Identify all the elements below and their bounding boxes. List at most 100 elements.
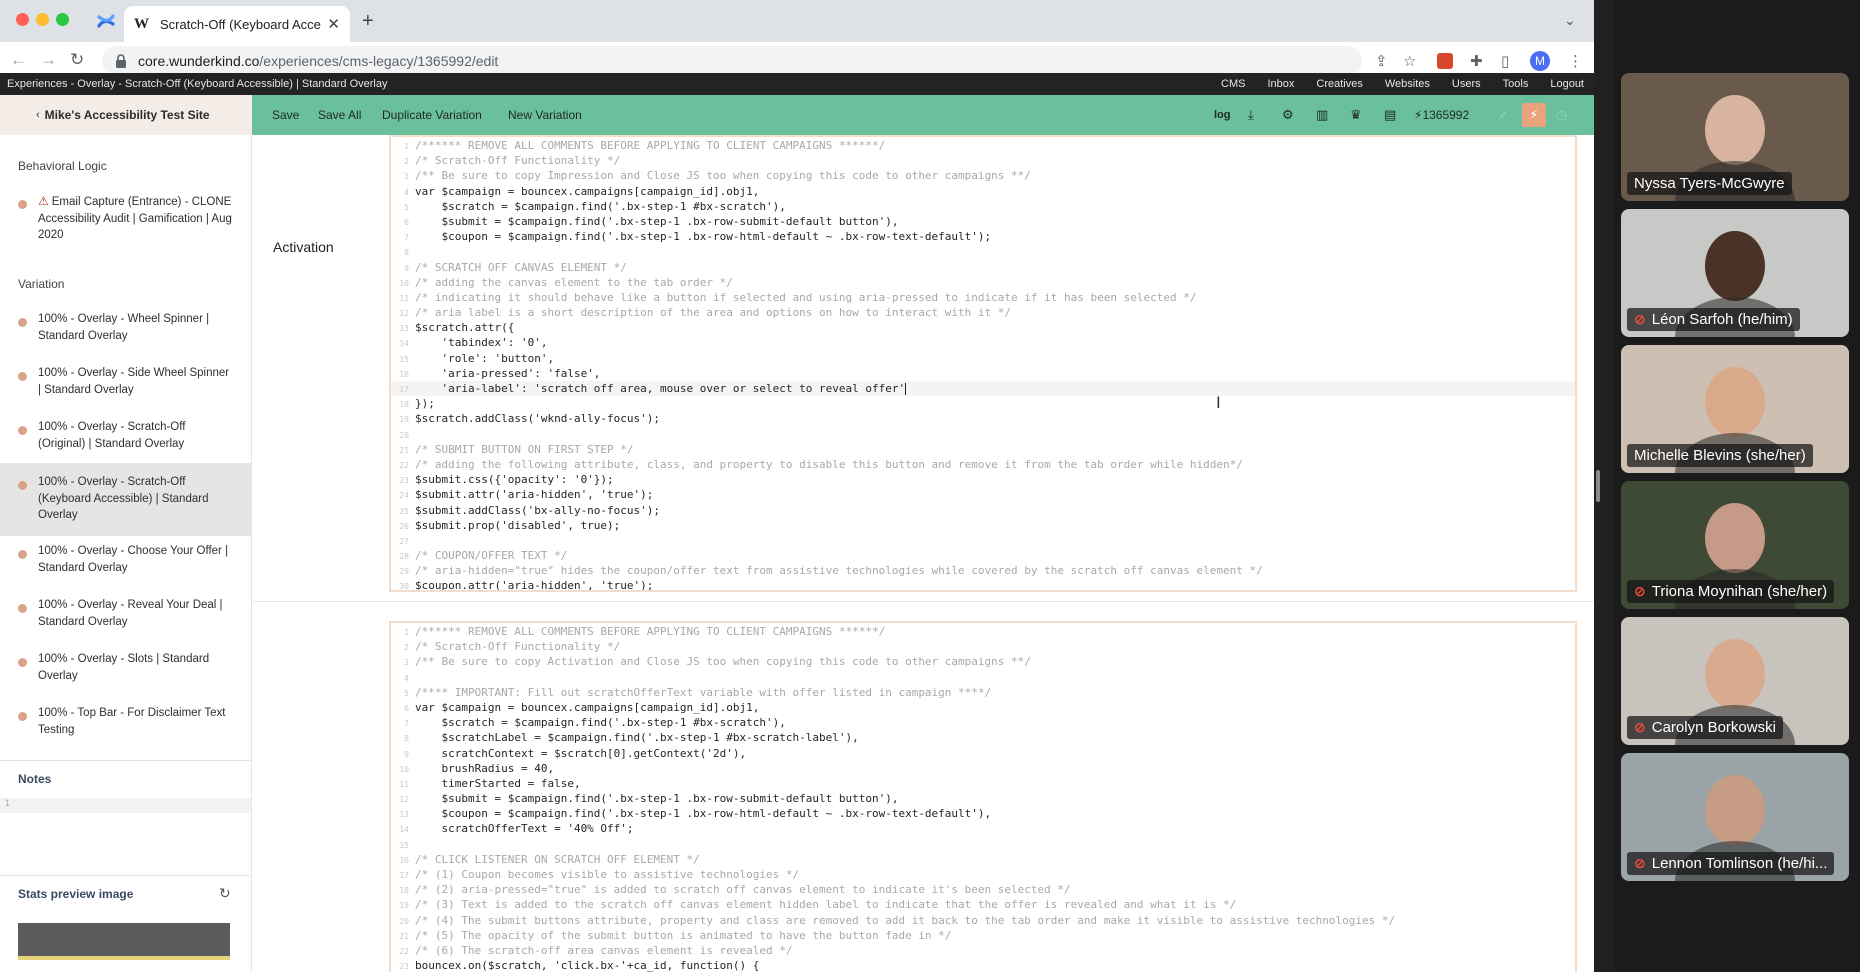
code-line[interactable]: 17 'aria-label': 'scratch off area, mous… [391,381,1575,397]
code-line[interactable]: 7 $coupon = $campaign.find('.bx-step-1 .… [391,229,1575,244]
refresh-icon[interactable]: ↻ [219,885,231,902]
code-line[interactable]: 29 /* aria-hidden="true" hides the coupon… [391,563,1575,578]
nav-users[interactable]: Users [1452,78,1481,90]
code-line[interactable]: 13 $scratch.attr({ [391,320,1575,335]
code-line[interactable]: 23 $submit.css({'opacity': '0'}); [391,472,1575,487]
code-line[interactable]: 22 /* (6) The scratch-off area canvas ele… [391,943,1575,958]
participant-tile[interactable]: ⊘ Léon Sarfoh (he/him) [1621,209,1849,337]
activation-code-editor[interactable]: 1 /****** REMOVE ALL COMMENTS BEFORE APPL… [389,135,1577,592]
nav-logout[interactable]: Logout [1550,78,1584,90]
side-panel-icon[interactable]: ▯ [1501,52,1509,70]
code-line[interactable]: 4 var $campaign = bouncex.campaigns[campa… [391,184,1575,199]
address-bar[interactable]: core.wunderkind.co/experiences/cms-legac… [102,46,1362,76]
code-line[interactable]: 11 timerStarted = false, [391,776,1575,791]
site-back-link[interactable]: ‹ Mike's Accessibility Test Site [0,95,252,135]
log-button[interactable]: log [1214,109,1231,121]
code-line[interactable]: 16 /* CLICK LISTENER ON SCRATCH OFF ELEME… [391,852,1575,867]
code-line[interactable]: 25 $submit.addClass('bx-ally-no-focus'); [391,503,1575,518]
participant-tile[interactable]: Nyssa Tyers-McGwyre [1621,73,1849,201]
maximize-window-button[interactable] [56,13,69,26]
bar-chart-icon[interactable]: ▥ [1316,107,1328,123]
new-variation-button[interactable]: New Variation [508,108,582,122]
book-icon[interactable]: ▤ [1384,107,1396,123]
sidebar-item-variation[interactable]: 100% - Overlay - Reveal Your Deal | Stan… [0,591,251,636]
bolt-button-icon[interactable]: ⚡ [1522,103,1546,127]
code-line[interactable]: 18 /* (2) aria-pressed="true" is added to… [391,882,1575,897]
code-line[interactable]: 4 [391,670,1575,685]
kebab-menu-icon[interactable]: ⋮ [1568,52,1583,70]
close-window-button[interactable] [16,13,29,26]
gear-icon[interactable]: ⚙ [1282,107,1294,123]
participant-tile[interactable]: Michelle Blevins (she/her) [1621,345,1849,473]
code-line[interactable]: 19 $scratch.addClass('wknd-ally-focus'); [391,411,1575,426]
impression-code-editor[interactable]: 1 /****** REMOVE ALL COMMENTS BEFORE APPL… [389,621,1577,972]
code-line[interactable]: 14 scratchOfferText = '40% Off'; [391,821,1575,836]
code-line[interactable]: 9 /* SCRATCH OFF CANVAS ELEMENT */ [391,260,1575,275]
sidebar-item-variation[interactable]: 100% - Overlay - Wheel Spinner | Standar… [0,305,251,350]
code-line[interactable]: 28 /* COUPON/OFFER TEXT */ [391,548,1575,563]
code-line[interactable]: 20 /* (4) The submit buttons attribute, p… [391,913,1575,928]
download-icon[interactable]: ⤓ [1248,107,1254,123]
code-line[interactable]: 12 /* aria label is a short description o… [391,305,1575,320]
code-line[interactable]: 6 var $campaign = bouncex.campaigns[campa… [391,700,1575,715]
share-icon[interactable]: ⇪ [1375,52,1388,70]
sidebar-item-variation[interactable]: 100% - Overlay - Scratch-Off (Original) … [0,413,251,458]
code-line[interactable]: 21 /* SUBMIT BUTTON ON FIRST STEP */ [391,442,1575,457]
code-line[interactable]: 24 $submit.attr('aria-hidden', 'true'); [391,487,1575,502]
sidebar-item-variation[interactable]: 100% - Overlay - Choose Your Offer | Sta… [0,537,251,582]
nav-tools[interactable]: Tools [1503,78,1529,90]
clock-icon[interactable]: ◷ [1556,107,1567,123]
code-line[interactable]: 15 'role': 'button', [391,351,1575,366]
new-tab-plus-icon[interactable]: + [362,10,374,33]
forward-arrow-icon[interactable]: → [40,50,57,70]
check-icon[interactable]: ✓ [1498,107,1509,123]
code-line[interactable]: 6 $submit = $campaign.find('.bx-step-1 .… [391,214,1575,229]
code-line[interactable]: 23 bouncex.on($scratch, 'click.bx-'+ca_id… [391,958,1575,972]
code-line[interactable]: 19 /* (3) Text is added to the scratch of… [391,897,1575,912]
code-line[interactable]: 15 [391,837,1575,852]
code-line[interactable]: 1 /****** REMOVE ALL COMMENTS BEFORE APPL… [391,138,1575,153]
bookmark-star-icon[interactable]: ☆ [1403,52,1416,70]
code-line[interactable]: 13 $coupon = $campaign.find('.bx-step-1 … [391,806,1575,821]
nav-creatives[interactable]: Creatives [1316,78,1362,90]
code-line[interactable]: 26 $submit.prop('disabled', true); [391,518,1575,533]
code-line[interactable]: 20 [391,427,1575,442]
code-line[interactable]: 11 /* indicating it should behave like a … [391,290,1575,305]
reload-icon[interactable]: ↻ [70,50,84,70]
code-line[interactable]: 22 /* adding the following attribute, cla… [391,457,1575,472]
nav-cms[interactable]: CMS [1221,78,1245,90]
nav-inbox[interactable]: Inbox [1267,78,1294,90]
sidebar-item-behavioral[interactable]: ⚠ Email Capture (Entrance) - CLONE Access… [0,187,251,250]
chevron-down-icon[interactable]: ⌄ [1564,12,1576,29]
extension-icon[interactable] [1437,53,1453,69]
code-line[interactable]: 12 $submit = $campaign.find('.bx-step-1 … [391,791,1575,806]
code-line[interactable]: 9 scratchContext = $scratch[0].getContex… [391,746,1575,761]
puzzle-extensions-icon[interactable]: ✚ [1470,52,1483,70]
sidebar-item-variation[interactable]: 100% - Overlay - Side Wheel Spinner | St… [0,359,251,404]
notes-input[interactable]: 1 [0,798,251,813]
code-line[interactable]: 10 brushRadius = 40, [391,761,1575,776]
code-line[interactable]: 21 /* (5) The opacity of the submit butto… [391,928,1575,943]
active-tab[interactable]: W Scratch-Off (Keyboard Access ✕ [124,6,350,42]
sidebar-item-variation-active[interactable]: 100% - Overlay - Scratch-Off (Keyboard A… [0,463,251,536]
tab-close-icon[interactable]: ✕ [327,15,340,33]
code-line[interactable]: 30 $coupon.attr('aria-hidden', 'true'); [391,578,1575,590]
code-line[interactable]: 17 /* (1) Coupon becomes visible to assis… [391,867,1575,882]
code-line[interactable]: 10 /* adding the canvas element to the ta… [391,275,1575,290]
campaign-id-link[interactable]: ⚡1365992 [1414,108,1469,122]
profile-avatar[interactable]: M [1530,51,1550,71]
code-line[interactable]: 3 /** Be sure to copy Activation and Clos… [391,654,1575,669]
code-line[interactable]: 5 /**** IMPORTANT: Fill out scratchOfferT… [391,685,1575,700]
code-line[interactable]: 2 /* Scratch-Off Functionality */ [391,153,1575,168]
code-line[interactable]: 5 $scratch = $campaign.find('.bx-step-1 … [391,199,1575,214]
code-line[interactable]: 1 /****** REMOVE ALL COMMENTS BEFORE APPL… [391,624,1575,639]
code-line[interactable]: 7 $scratch = $campaign.find('.bx-step-1 … [391,715,1575,730]
save-all-button[interactable]: Save All [318,108,361,122]
code-line[interactable]: 8 [391,244,1575,259]
back-arrow-icon[interactable]: ← [10,50,27,70]
panel-resize-handle[interactable] [1596,470,1600,502]
pinned-tab[interactable] [90,6,122,36]
code-line[interactable]: 2 /* Scratch-Off Functionality */ [391,639,1575,654]
code-line[interactable]: 8 $scratchLabel = $campaign.find('.bx-st… [391,730,1575,745]
participant-tile[interactable]: ⊘ Lennon Tomlinson (he/hi... [1621,753,1849,881]
